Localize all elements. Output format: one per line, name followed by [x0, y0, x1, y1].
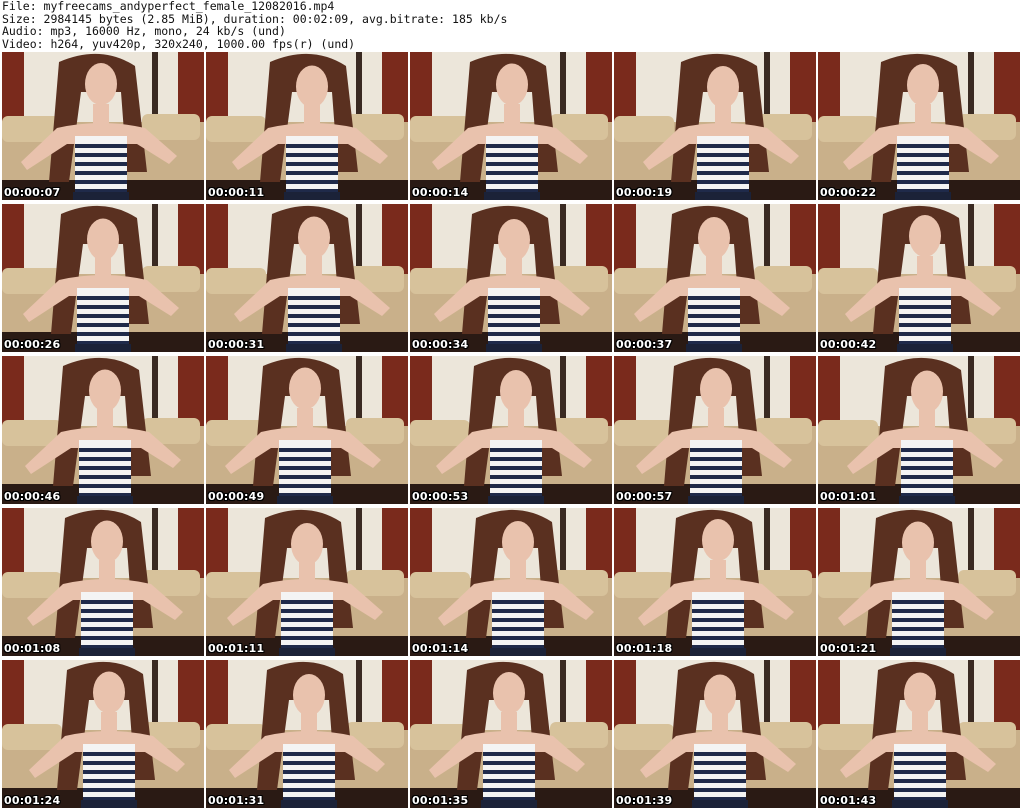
video-thumbnail: 00:01:18: [614, 508, 816, 656]
thumbnail-timestamp: 00:00:14: [412, 186, 469, 199]
video-frame-image: [410, 204, 612, 352]
video-frame-image: [818, 660, 1020, 808]
video-thumbnail: 00:00:37: [614, 204, 816, 352]
video-frame-image: [2, 204, 204, 352]
video-thumbnail: 00:01:39: [614, 660, 816, 808]
video-frame-image: [818, 52, 1020, 200]
video-thumbnail: 00:00:57: [614, 356, 816, 504]
thumbnail-timestamp: 00:00:46: [4, 490, 61, 503]
video-thumbnail: 00:00:14: [410, 52, 612, 200]
video-info-line: Video: h264, yuv420p, 320x240, 1000.00 f…: [2, 36, 356, 51]
thumbnail-timestamp: 00:00:07: [4, 186, 61, 199]
file-info-header: File: myfreecams_andyperfect_female_1208…: [0, 0, 1024, 52]
video-frame-image: [206, 508, 408, 656]
thumbnail-timestamp: 00:00:42: [820, 338, 877, 351]
thumbnail-timestamp: 00:01:31: [208, 794, 265, 807]
video-thumbnail: 00:00:42: [818, 204, 1020, 352]
video-frame-image: [410, 660, 612, 808]
thumbnail-timestamp: 00:01:01: [820, 490, 877, 503]
video-thumbnail: 00:01:01: [818, 356, 1020, 504]
video-thumbnail: 00:00:11: [206, 52, 408, 200]
video-thumbnail: 00:01:31: [206, 660, 408, 808]
thumbnail-timestamp: 00:00:34: [412, 338, 469, 351]
thumbnail-timestamp: 00:01:39: [616, 794, 673, 807]
thumbnail-timestamp: 00:01:18: [616, 642, 673, 655]
video-frame-image: [614, 356, 816, 504]
video-frame-image: [2, 660, 204, 808]
video-frame-image: [818, 508, 1020, 656]
thumbnail-timestamp: 00:00:11: [208, 186, 265, 199]
video-thumbnail: 00:01:14: [410, 508, 612, 656]
video-frame-image: [818, 204, 1020, 352]
thumbnail-timestamp: 00:00:37: [616, 338, 673, 351]
video-thumbnail: 00:00:53: [410, 356, 612, 504]
file-name-line: File: myfreecams_andyperfect_female_1208…: [2, 0, 335, 13]
thumbnail-timestamp: 00:01:11: [208, 642, 265, 655]
video-frame-image: [206, 204, 408, 352]
video-thumbnail: 00:00:26: [2, 204, 204, 352]
video-frame-image: [2, 356, 204, 504]
video-frame-image: [2, 52, 204, 200]
video-thumbnail: 00:01:43: [818, 660, 1020, 808]
video-frame-image: [410, 52, 612, 200]
video-thumbnail: 00:01:08: [2, 508, 204, 656]
video-thumbnail: 00:01:21: [818, 508, 1020, 656]
video-frame-image: [206, 356, 408, 504]
video-frame-image: [2, 508, 204, 656]
thumbnail-timestamp: 00:00:49: [208, 490, 265, 503]
video-thumbnail: 00:01:11: [206, 508, 408, 656]
thumbnail-timestamp: 00:01:35: [412, 794, 469, 807]
video-thumbnail: 00:01:24: [2, 660, 204, 808]
video-thumbnail: 00:00:49: [206, 356, 408, 504]
thumbnail-timestamp: 00:01:24: [4, 794, 61, 807]
video-frame-image: [410, 508, 612, 656]
video-frame-image: [206, 660, 408, 808]
video-frame-image: [410, 356, 612, 504]
thumbnail-timestamp: 00:01:08: [4, 642, 61, 655]
video-frame-image: [614, 660, 816, 808]
thumbnail-timestamp: 00:01:14: [412, 642, 469, 655]
video-frame-image: [614, 508, 816, 656]
video-thumbnail: 00:00:31: [206, 204, 408, 352]
video-thumbnail: 00:00:34: [410, 204, 612, 352]
thumbnail-timestamp: 00:00:31: [208, 338, 265, 351]
thumbnail-timestamp: 00:00:19: [616, 186, 673, 199]
thumbnail-timestamp: 00:01:21: [820, 642, 877, 655]
video-frame-image: [818, 356, 1020, 504]
video-thumbnail: 00:00:07: [2, 52, 204, 200]
video-thumbnail: 00:01:35: [410, 660, 612, 808]
thumbnail-timestamp: 00:01:43: [820, 794, 877, 807]
thumbnail-timestamp: 00:00:57: [616, 490, 673, 503]
audio-info-line: Audio: mp3, 16000 Hz, mono, 24 kb/s (und…: [2, 24, 286, 39]
thumbnail-grid: 00:00:07 00:00:11 00:00:14 00:00:19 00:0…: [0, 52, 1024, 811]
video-frame-image: [614, 52, 816, 200]
thumbnail-timestamp: 00:00:22: [820, 186, 877, 199]
video-frame-image: [206, 52, 408, 200]
video-thumbnail: 00:00:46: [2, 356, 204, 504]
thumbnail-timestamp: 00:00:26: [4, 338, 61, 351]
video-thumbnail: 00:00:19: [614, 52, 816, 200]
thumbnail-timestamp: 00:00:53: [412, 490, 469, 503]
video-frame-image: [614, 204, 816, 352]
video-thumbnail: 00:00:22: [818, 52, 1020, 200]
